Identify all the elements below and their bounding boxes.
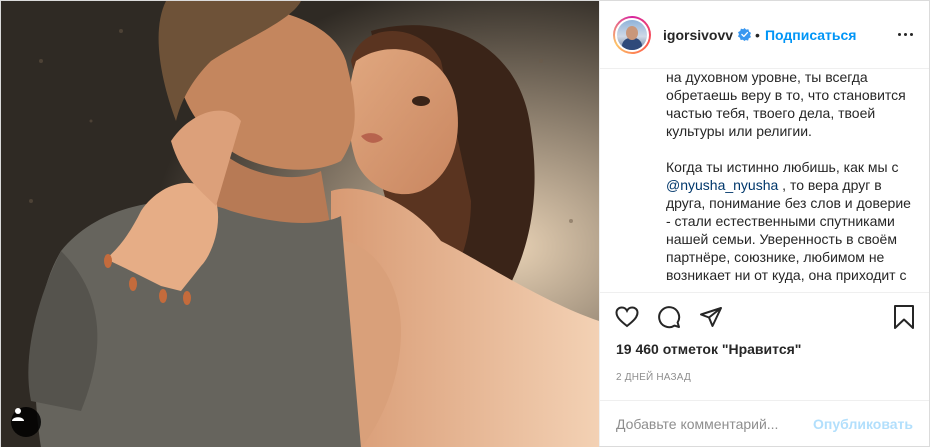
post-side-panel: igorsivovv • Подписаться на духовном уро… [599, 1, 929, 446]
comment-input[interactable] [616, 415, 814, 432]
verified-badge-icon [738, 28, 752, 41]
photo-illustration [1, 1, 599, 447]
follow-button[interactable]: Подписаться [765, 27, 857, 43]
username-link[interactable]: igorsivovv [663, 27, 733, 43]
avatar[interactable] [615, 17, 649, 52]
user-tags-button[interactable] [11, 407, 41, 437]
likes-count[interactable]: 19 460 отметок "Нравится" [600, 340, 929, 358]
caption-paragraph-2: Когда ты истинно любишь, как мы с @nyush… [666, 158, 913, 284]
post-timestamp[interactable]: 2 дней назад [600, 362, 929, 400]
comment-icon[interactable] [656, 304, 682, 330]
publish-button[interactable]: Опубликовать [813, 416, 913, 432]
mention-link[interactable]: @nyusha_nyusha [666, 177, 778, 193]
likes-section: 19 460 отметок "Нравится" [600, 340, 929, 362]
share-icon[interactable] [698, 304, 724, 330]
post-header: igorsivovv • Подписаться [600, 1, 929, 69]
avatar-story-ring[interactable] [613, 15, 651, 54]
post-photo[interactable] [1, 1, 599, 447]
heart-icon[interactable] [614, 304, 640, 330]
caption-paragraph-1: на духовном уровне, ты всегда обретаешь … [666, 69, 906, 139]
caption-text: Когда ты истинно любишь, как мы с [666, 159, 899, 175]
separator-dot: • [755, 26, 760, 43]
more-options-icon[interactable] [896, 27, 915, 42]
caption: на духовном уровне, ты всегда обретаешь … [600, 69, 929, 292]
comment-box: Опубликовать [600, 400, 929, 446]
bookmark-icon[interactable] [891, 304, 917, 330]
instagram-post: igorsivovv • Подписаться на духовном уро… [0, 0, 930, 447]
action-bar [600, 292, 929, 340]
user-tags-icon [12, 408, 24, 421]
